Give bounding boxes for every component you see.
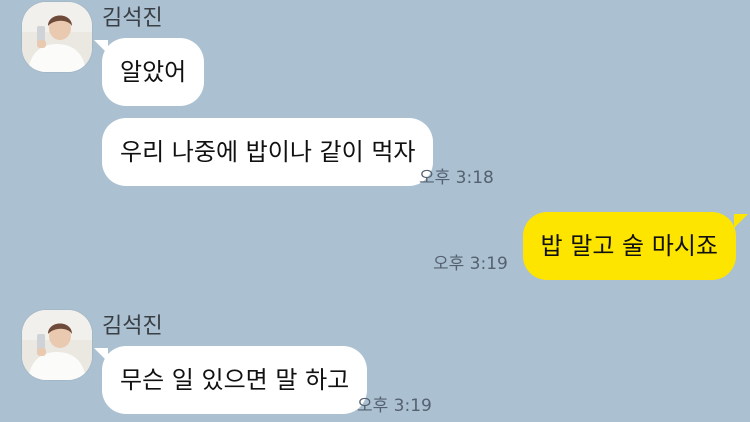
- sender-name: 김석진: [102, 6, 163, 31]
- sender-avatar[interactable]: [22, 2, 92, 72]
- message-bubble-incoming[interactable]: 무슨 일 있으면 말 하고: [102, 346, 368, 414]
- message-timestamp: 오후 3:19: [357, 396, 432, 416]
- message-bubble-incoming[interactable]: 알았어: [102, 38, 205, 106]
- profile-photo-avatar-icon: [22, 310, 92, 380]
- bubble-tail: [734, 214, 748, 228]
- message-bubble-incoming[interactable]: 우리 나중에 밥이나 같이 먹자: [102, 118, 434, 186]
- profile-photo-avatar-icon: [22, 2, 92, 72]
- sender-avatar[interactable]: [22, 310, 92, 380]
- message-timestamp: 오후 3:19: [433, 254, 508, 274]
- message-bubble-outgoing[interactable]: 밥 말고 술 마시죠: [522, 212, 736, 280]
- message-timestamp: 오후 3:18: [419, 168, 494, 188]
- sender-name: 김석진: [102, 314, 163, 339]
